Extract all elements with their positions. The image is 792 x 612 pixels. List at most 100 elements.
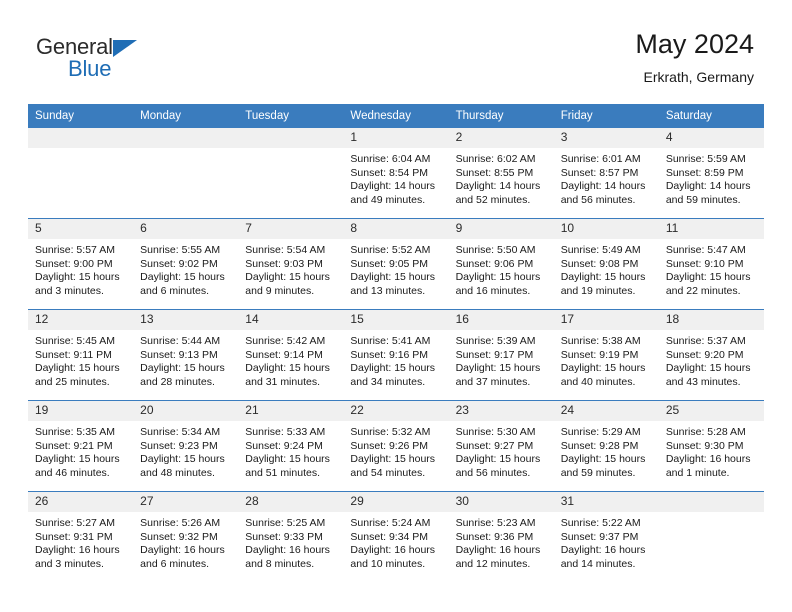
- calendar-day-cell[interactable]: 1 Sunrise: 6:04 AM Sunset: 8:54 PM Daylight…: [343, 128, 449, 219]
- daylight-text: Daylight: 16 hours and 1 minute.: [665, 453, 751, 479]
- daylight-text: Daylight: 15 hours and 40 minutes.: [560, 362, 646, 388]
- logo-line-general: General: [36, 36, 137, 60]
- day-details: Sunrise: 5:57 AM Sunset: 9:00 PM Daylight:…: [28, 239, 133, 298]
- calendar-day-cell[interactable]: 19 Sunrise: 5:35 AM Sunset: 9:21 PM Dayligh…: [28, 400, 134, 492]
- calendar-day-cell[interactable]: 3 Sunrise: 6:01 AM Sunset: 8:57 PM Daylight…: [553, 128, 659, 219]
- day-number: 20: [133, 401, 239, 421]
- calendar-week-row: 26 Sunrise: 5:27 AM Sunset: 9:31 PM Dayligh…: [28, 491, 764, 582]
- calendar-day-cell[interactable]: 15 Sunrise: 5:41 AM Sunset: 9:16 PM Dayligh…: [343, 309, 449, 401]
- calendar-day-cell[interactable]: 24 Sunrise: 5:29 AM Sunset: 9:28 PM Dayligh…: [553, 400, 659, 492]
- calendar-day-cell[interactable]: 9 Sunrise: 5:50 AM Sunset: 9:06 PM Daylight…: [448, 218, 554, 310]
- day-number: [133, 128, 239, 148]
- sunset-text: Sunset: 9:16 PM: [350, 348, 429, 361]
- sunset-text: Sunset: 9:34 PM: [350, 530, 429, 543]
- weekday-header-tuesday: Tuesday: [238, 104, 344, 128]
- page-subtitle: Erkrath, Germany: [643, 68, 754, 85]
- day-number: 6: [133, 219, 239, 239]
- calendar-day-cell[interactable]: 26 Sunrise: 5:27 AM Sunset: 9:31 PM Dayligh…: [28, 491, 134, 582]
- calendar-day-cell[interactable]: 21 Sunrise: 5:33 AM Sunset: 9:24 PM Dayligh…: [238, 400, 344, 492]
- day-number: 10: [553, 219, 659, 239]
- daylight-text: Daylight: 14 hours and 59 minutes.: [665, 180, 751, 206]
- day-details: Sunrise: 5:27 AM Sunset: 9:31 PM Daylight:…: [28, 512, 133, 571]
- calendar-day-cell[interactable]: 31 Sunrise: 5:22 AM Sunset: 9:37 PM Dayligh…: [553, 491, 659, 582]
- calendar-day-cell[interactable]: 13 Sunrise: 5:44 AM Sunset: 9:13 PM Dayligh…: [133, 309, 239, 401]
- weekday-header-saturday: Saturday: [658, 104, 764, 128]
- daylight-text: Daylight: 15 hours and 46 minutes.: [35, 453, 120, 479]
- calendar-day-cell[interactable]: 2 Sunrise: 6:02 AM Sunset: 8:55 PM Daylight…: [448, 128, 554, 219]
- sunrise-text: Sunrise: 5:35 AM: [35, 426, 115, 438]
- sunrise-text: Sunrise: 5:30 AM: [455, 426, 536, 438]
- sunrise-text: Sunrise: 5:25 AM: [245, 517, 326, 529]
- sunrise-text: Sunrise: 5:37 AM: [665, 335, 746, 347]
- calendar-day-cell[interactable]: 28 Sunrise: 5:25 AM Sunset: 9:33 PM Dayligh…: [238, 491, 344, 582]
- calendar-day-cell[interactable]: 27 Sunrise: 5:26 AM Sunset: 9:32 PM Dayligh…: [133, 491, 239, 582]
- calendar-day-cell[interactable]: 4 Sunrise: 5:59 AM Sunset: 8:59 PM Daylight…: [658, 128, 764, 219]
- calendar-day-cell[interactable]: 10 Sunrise: 5:49 AM Sunset: 9:08 PM Dayligh…: [553, 218, 659, 310]
- calendar-day-cell[interactable]: 11 Sunrise: 5:47 AM Sunset: 9:10 PM Dayligh…: [658, 218, 764, 310]
- day-number: 13: [133, 310, 239, 330]
- sunrise-text: Sunrise: 5:57 AM: [35, 244, 115, 256]
- calendar-day-cell[interactable]: 30 Sunrise: 5:23 AM Sunset: 9:36 PM Dayligh…: [448, 491, 554, 582]
- sunrise-text: Sunrise: 6:02 AM: [455, 153, 536, 165]
- day-number: 4: [658, 128, 764, 148]
- day-details: Sunrise: 5:41 AM Sunset: 9:16 PM Daylight:…: [343, 330, 448, 389]
- day-number: 30: [448, 492, 554, 512]
- sunset-text: Sunset: 8:54 PM: [350, 166, 429, 179]
- calendar-week-row: 19 Sunrise: 5:35 AM Sunset: 9:21 PM Dayligh…: [28, 400, 764, 492]
- calendar-day-cell[interactable]: 16 Sunrise: 5:39 AM Sunset: 9:17 PM Dayligh…: [448, 309, 554, 401]
- calendar-day-cell[interactable]: 20 Sunrise: 5:34 AM Sunset: 9:23 PM Dayligh…: [133, 400, 239, 492]
- calendar-day-cell[interactable]: 25 Sunrise: 5:28 AM Sunset: 9:30 PM Dayligh…: [658, 400, 764, 492]
- calendar-day-cell[interactable]: 8 Sunrise: 5:52 AM Sunset: 9:05 PM Daylight…: [343, 218, 449, 310]
- sunset-text: Sunset: 9:26 PM: [350, 439, 429, 452]
- daylight-text: Daylight: 15 hours and 6 minutes.: [140, 271, 225, 297]
- calendar-day-cell[interactable]: 22 Sunrise: 5:32 AM Sunset: 9:26 PM Dayligh…: [343, 400, 449, 492]
- sunset-text: Sunset: 8:59 PM: [665, 166, 744, 179]
- sunset-text: Sunset: 9:31 PM: [35, 530, 113, 543]
- sunrise-text: Sunrise: 5:38 AM: [560, 335, 641, 347]
- calendar-grid: Sunday Monday Tuesday Wednesday Thursday Frid…: [28, 104, 764, 582]
- day-number: 18: [658, 310, 764, 330]
- day-details: Sunrise: 5:29 AM Sunset: 9:28 PM Daylight:…: [554, 421, 659, 480]
- logo-text-blue: Blue: [68, 56, 112, 81]
- sunrise-text: Sunrise: 5:24 AM: [350, 517, 431, 529]
- daylight-text: Daylight: 16 hours and 6 minutes.: [140, 544, 225, 570]
- calendar-day-cell[interactable]: 5 Sunrise: 5:57 AM Sunset: 9:00 PM Daylight…: [28, 218, 134, 310]
- sunset-text: Sunset: 9:37 PM: [560, 530, 639, 543]
- daylight-text: Daylight: 16 hours and 10 minutes.: [350, 544, 436, 570]
- blue-triangle-icon: [112, 40, 137, 57]
- day-details: Sunrise: 5:54 AM Sunset: 9:03 PM Daylight:…: [238, 239, 343, 298]
- daylight-text: Daylight: 16 hours and 12 minutes.: [455, 544, 541, 570]
- calendar-day-cell[interactable]: 17 Sunrise: 5:38 AM Sunset: 9:19 PM Dayligh…: [553, 309, 659, 401]
- day-details: Sunrise: 5:47 AM Sunset: 9:10 PM Daylight:…: [659, 239, 764, 298]
- day-number: 17: [553, 310, 659, 330]
- calendar-day-cell[interactable]: 23 Sunrise: 5:30 AM Sunset: 9:27 PM Dayligh…: [448, 400, 554, 492]
- sunrise-text: Sunrise: 5:32 AM: [350, 426, 431, 438]
- calendar-day-cell[interactable]: 14 Sunrise: 5:42 AM Sunset: 9:14 PM Dayligh…: [238, 309, 344, 401]
- weekday-header-sunday: Sunday: [28, 104, 134, 128]
- calendar-day-cell[interactable]: 29 Sunrise: 5:24 AM Sunset: 9:34 PM Dayligh…: [343, 491, 449, 582]
- calendar-day-cell[interactable]: 6 Sunrise: 5:55 AM Sunset: 9:02 PM Daylight…: [133, 218, 239, 310]
- sunset-text: Sunset: 9:08 PM: [560, 257, 639, 270]
- weekday-header-friday: Friday: [553, 104, 659, 128]
- sunset-text: Sunset: 9:19 PM: [560, 348, 639, 361]
- day-details: Sunrise: 5:42 AM Sunset: 9:14 PM Daylight:…: [238, 330, 343, 389]
- daylight-text: Daylight: 15 hours and 37 minutes.: [455, 362, 541, 388]
- calendar-day-cell[interactable]: 12 Sunrise: 5:45 AM Sunset: 9:11 PM Dayligh…: [28, 309, 134, 401]
- sunrise-text: Sunrise: 5:45 AM: [35, 335, 115, 347]
- day-details: Sunrise: 5:49 AM Sunset: 9:08 PM Daylight:…: [554, 239, 659, 298]
- calendar-day-cell[interactable]: 18 Sunrise: 5:37 AM Sunset: 9:20 PM Dayligh…: [658, 309, 764, 401]
- page-header: General Blue May 2024 Erkrath, Germany: [0, 0, 792, 84]
- day-details: Sunrise: 5:52 AM Sunset: 9:05 PM Daylight:…: [343, 239, 448, 298]
- day-number: 12: [28, 310, 134, 330]
- sunrise-text: Sunrise: 5:33 AM: [245, 426, 326, 438]
- sunrise-text: Sunrise: 5:47 AM: [665, 244, 746, 256]
- general-blue-logo[interactable]: General Blue: [36, 36, 137, 80]
- calendar-day-cell[interactable]: 7 Sunrise: 5:54 AM Sunset: 9:03 PM Daylight…: [238, 218, 344, 310]
- sunset-text: Sunset: 9:33 PM: [245, 530, 323, 543]
- day-number: 3: [553, 128, 659, 148]
- sunrise-text: Sunrise: 5:23 AM: [455, 517, 536, 529]
- calendar-week-row: 12 Sunrise: 5:45 AM Sunset: 9:11 PM Dayligh…: [28, 309, 764, 401]
- sunrise-text: Sunrise: 5:59 AM: [665, 153, 746, 165]
- sunset-text: Sunset: 9:14 PM: [245, 348, 323, 361]
- daylight-text: Daylight: 15 hours and 16 minutes.: [455, 271, 541, 297]
